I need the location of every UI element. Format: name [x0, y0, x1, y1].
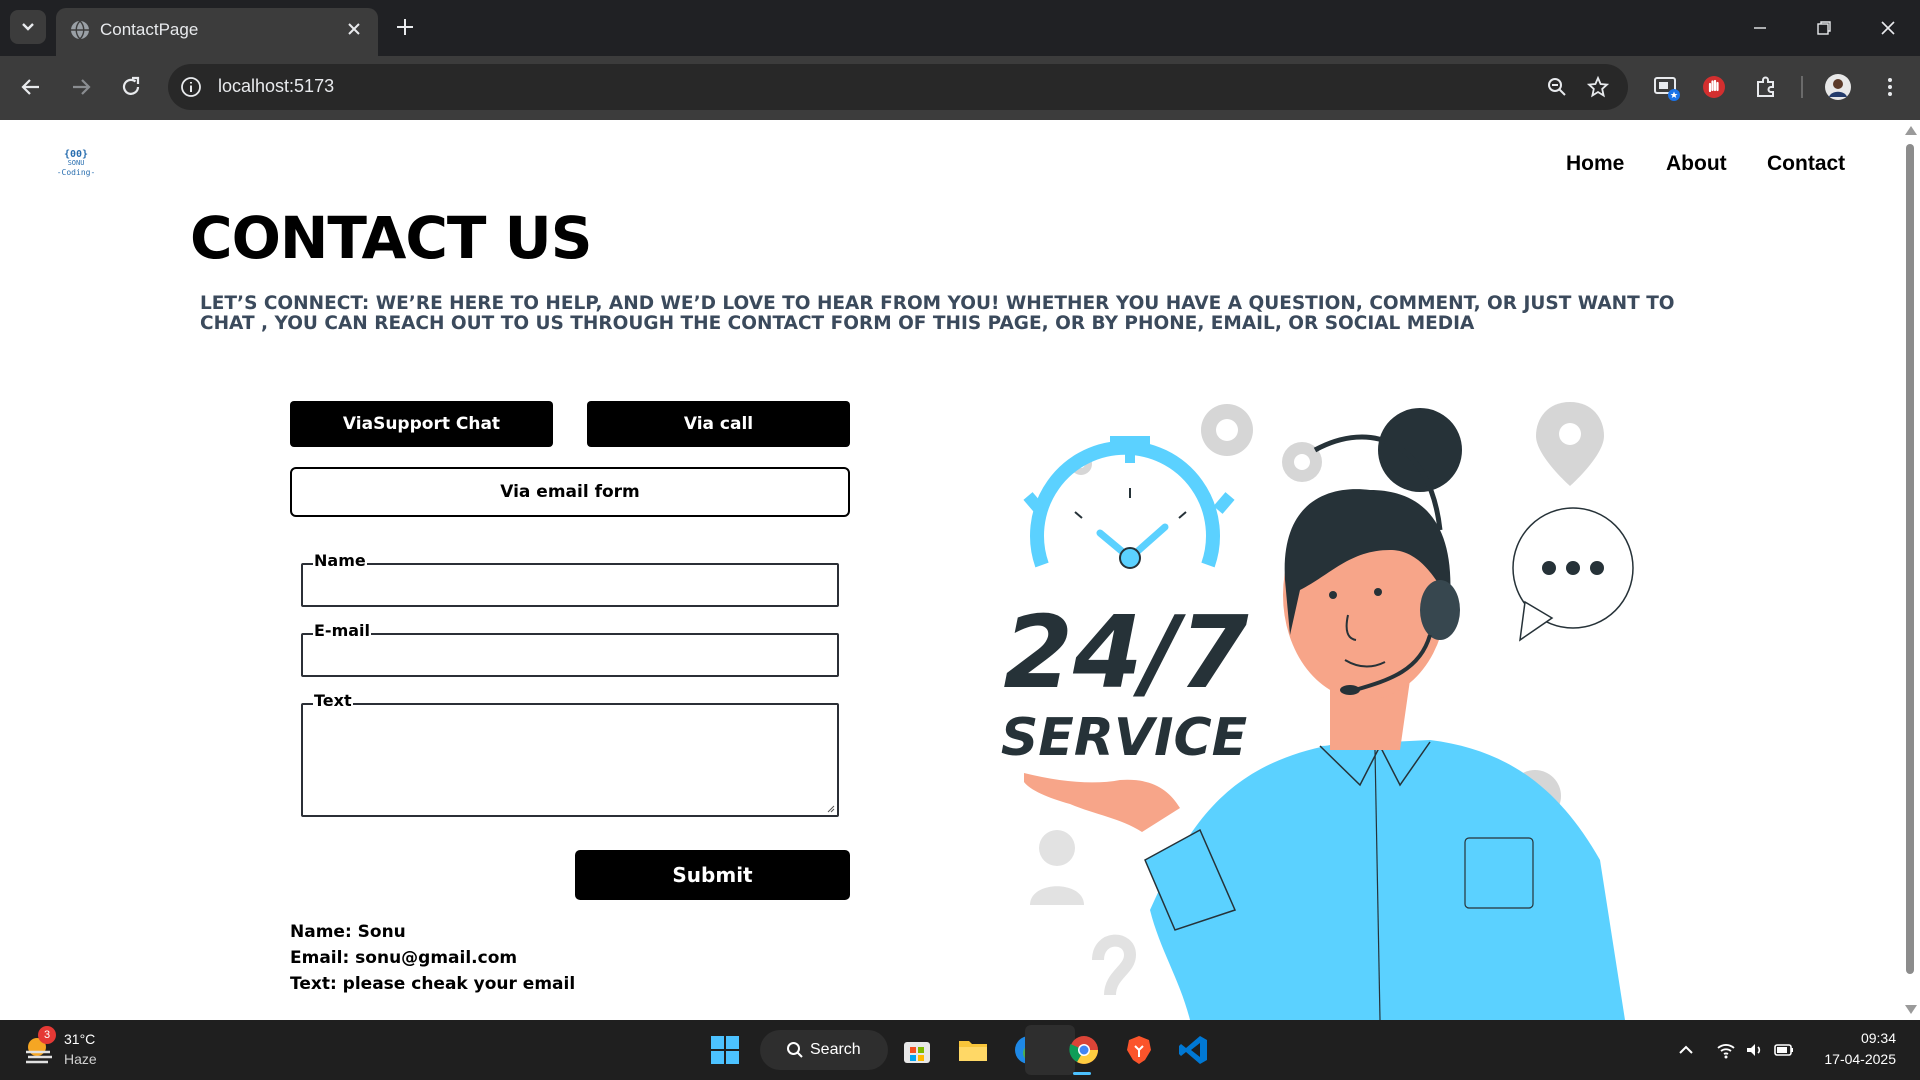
tab-search-button[interactable]	[10, 10, 46, 44]
zoom-icon[interactable]	[1546, 76, 1568, 98]
submit-button[interactable]: Submit	[575, 850, 850, 900]
weather-temperature[interactable]: 31°C	[64, 1031, 95, 1047]
info-icon[interactable]	[180, 76, 202, 98]
wifi-icon[interactable]	[1716, 1040, 1736, 1060]
clock-time[interactable]: 09:34	[1861, 1030, 1896, 1046]
name-field[interactable]: Name	[301, 551, 839, 607]
page-scrollbar[interactable]	[1900, 120, 1920, 1020]
submitted-name: Name: Sonu	[290, 922, 406, 942]
text-label: Text	[313, 691, 353, 710]
open-hand	[1024, 773, 1180, 832]
question-mark-icon	[1092, 934, 1137, 996]
nav-about-link[interactable]: About	[1666, 152, 1727, 176]
chrome-icon[interactable]	[1067, 1033, 1101, 1067]
name-label: Name	[313, 551, 367, 570]
active-app-indicator	[1073, 1072, 1091, 1075]
folder-icon[interactable]	[956, 1033, 990, 1067]
windows-start-icon[interactable]	[708, 1033, 742, 1067]
text-field[interactable]: Text	[301, 691, 839, 817]
nav-contact-link[interactable]: Contact	[1767, 152, 1845, 176]
browser-toolbar: localhost:5173	[0, 56, 1920, 120]
stop-hand-extension-icon[interactable]	[1700, 73, 1728, 101]
forward-icon[interactable]	[68, 74, 94, 100]
toolbar-divider	[1801, 76, 1803, 98]
star-icon[interactable]	[1586, 75, 1610, 99]
profile-avatar-icon[interactable]	[1824, 73, 1852, 101]
taskbar-search[interactable]: Search	[760, 1030, 888, 1070]
globe-icon	[71, 20, 89, 40]
submitted-text: Text: please cheak your email	[290, 974, 576, 994]
vscode-icon[interactable]	[1176, 1033, 1210, 1067]
scroll-down-arrow-icon[interactable]	[1905, 1005, 1917, 1014]
via-email-form-button[interactable]: Via email form	[290, 467, 850, 517]
weather-notification-badge: 3	[38, 1026, 56, 1044]
store-icon[interactable]	[900, 1033, 934, 1067]
clock-date[interactable]: 17-04-2025	[1824, 1051, 1896, 1067]
page-subtitle: LET’S CONNECT: WE’RE HERE TO HELP, AND W…	[200, 293, 1675, 334]
user-silhouette-icon	[1030, 830, 1084, 905]
brave-icon[interactable]	[1122, 1033, 1156, 1067]
windows-taskbar: 3 31°C Haze Search 09:34 17-04-2025	[0, 1020, 1920, 1080]
new-tab-plus-icon[interactable]	[394, 16, 416, 38]
logo-name: SONU	[67, 159, 85, 167]
tab-title: ContactPage	[100, 20, 199, 39]
url-text[interactable]: localhost:5173	[218, 76, 334, 97]
extensions-puzzle-icon[interactable]	[1752, 73, 1780, 101]
scroll-thumb[interactable]	[1906, 144, 1914, 974]
scroll-up-arrow-icon[interactable]	[1905, 126, 1917, 135]
reload-icon[interactable]	[118, 74, 144, 100]
service-illustration: 24/7 SERVICE	[1001, 402, 1634, 1020]
illustration-subline: SERVICE	[1001, 708, 1247, 768]
restore-icon[interactable]	[1812, 16, 1836, 40]
tray-chevron-up-icon[interactable]	[1676, 1040, 1696, 1060]
resize-handle-icon[interactable]	[825, 803, 835, 813]
browser-tab-bar: ContactPage	[0, 0, 1920, 56]
illustration-headline: 24/7	[1003, 594, 1249, 711]
email-field[interactable]: E-mail	[301, 621, 839, 677]
chevron-down-icon	[22, 23, 34, 31]
search-label: Search	[810, 1041, 861, 1058]
cast-extension-icon[interactable]	[1652, 73, 1680, 101]
battery-icon[interactable]	[1774, 1040, 1794, 1060]
close-tab-icon[interactable]	[344, 19, 364, 39]
page-title: CONTACT US	[190, 204, 593, 272]
submitted-email: Email: sonu@gmail.com	[290, 948, 518, 968]
page-viewport: {00} SONU -Coding- Home About Contact CO…	[0, 120, 1920, 1020]
nav-home-link[interactable]: Home	[1566, 152, 1624, 176]
close-window-icon[interactable]	[1876, 16, 1900, 40]
more-menu-icon[interactable]	[1876, 73, 1904, 101]
logo-tagline: -Coding-	[56, 168, 96, 177]
search-icon	[787, 1042, 803, 1058]
browser-tab[interactable]: ContactPage	[56, 8, 378, 56]
stopwatch-icon	[1023, 436, 1235, 569]
logo-mark: {00}	[63, 149, 89, 160]
email-label: E-mail	[313, 621, 372, 640]
via-call-button[interactable]: Via call	[587, 401, 850, 447]
weather-condition[interactable]: Haze	[64, 1051, 97, 1067]
back-icon[interactable]	[18, 74, 44, 100]
chat-bubble-icon	[1512, 507, 1634, 642]
volume-icon[interactable]	[1744, 1040, 1764, 1060]
site-logo[interactable]: {00} SONU -Coding-	[56, 150, 96, 184]
address-bar[interactable]: localhost:5173	[168, 64, 1628, 110]
via-support-chat-button[interactable]: ViaSupport Chat	[290, 401, 553, 447]
minimize-icon[interactable]	[1748, 16, 1772, 40]
